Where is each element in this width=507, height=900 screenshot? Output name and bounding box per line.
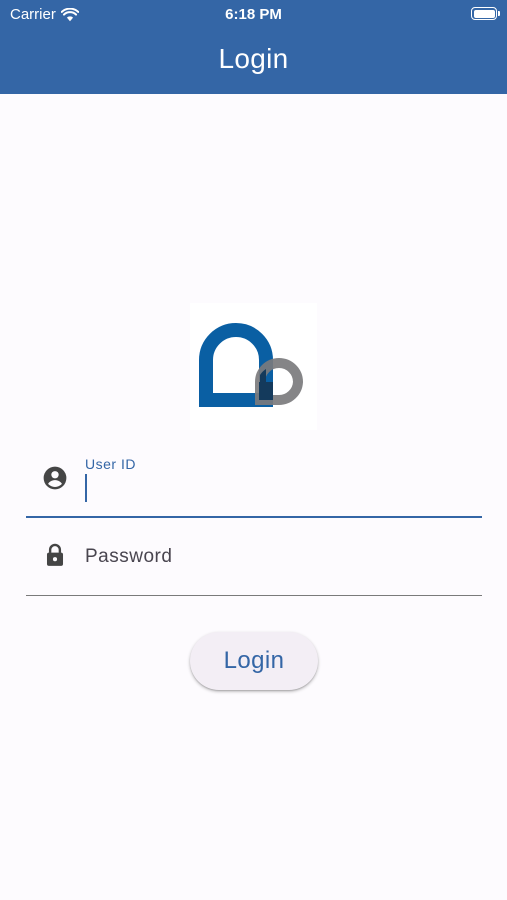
user-id-input[interactable] <box>85 468 465 494</box>
login-button[interactable]: Login <box>190 632 318 690</box>
user-id-field[interactable]: User ID <box>26 452 482 518</box>
app-bar: Carrier 6:18 PM Login <box>0 0 507 94</box>
password-field[interactable] <box>26 528 482 596</box>
page-title: Login <box>218 43 289 74</box>
status-bar: Carrier 6:18 PM <box>0 0 507 28</box>
battery-level <box>473 9 495 18</box>
login-screen: Carrier 6:18 PM Login User ID Login <box>0 0 507 900</box>
account-circle-icon <box>43 466 67 490</box>
status-time: 6:18 PM <box>225 6 282 23</box>
lock-icon <box>46 543 64 566</box>
password-input[interactable] <box>85 544 465 570</box>
app-logo <box>190 303 317 430</box>
battery-icon <box>471 7 500 20</box>
app-logo-mark <box>199 323 304 407</box>
